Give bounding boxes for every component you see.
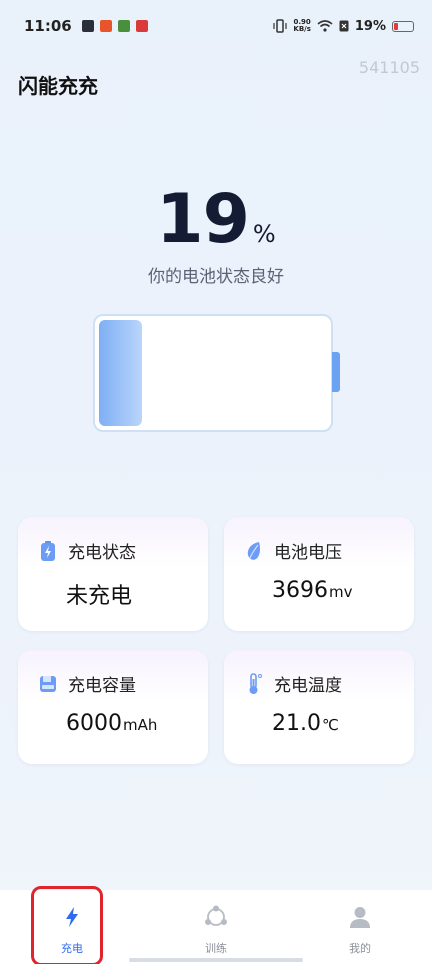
app-screen: 11:06 0.90 KB/s 19% 闪能充充 541105 19 % 你的电… <box>0 0 432 964</box>
charge-temperature-card: 充电温度 21.0℃ <box>224 650 414 764</box>
droplet-leaf-icon <box>247 541 260 560</box>
bottom-tab-bar: 充电 训练 我的 <box>0 890 432 964</box>
charge-status-value-text: 未充电 <box>66 584 133 609</box>
status-time: 11:06 <box>24 17 72 35</box>
notification-app-icon <box>81 20 94 32</box>
tab-mine[interactable]: 我的 <box>288 890 432 964</box>
network-speed: 0.90 KB/s <box>293 19 310 33</box>
status-bar-left: 11:06 <box>24 17 148 35</box>
network-speed-unit: KB/s <box>293 25 311 33</box>
battery-percent-symbol: % <box>252 220 276 248</box>
charge-status-card: 充电状态 未充电 <box>18 517 208 631</box>
charge-temperature-value-text: 21.0 <box>272 711 321 736</box>
tab-charge-label: 充电 <box>61 942 83 955</box>
wifi-icon <box>317 20 333 32</box>
charge-capacity-value: 6000mAh <box>66 711 157 736</box>
lightning-icon <box>66 907 78 927</box>
battery-percent-display: 19% <box>0 180 432 259</box>
battery-voltage-card: 电池电压 3696mv <box>224 517 414 631</box>
status-bar: 11:06 0.90 KB/s 19% <box>0 0 432 52</box>
notification-app-icon <box>99 20 112 32</box>
person-icon <box>350 907 370 928</box>
status-battery-icon <box>392 20 414 32</box>
charge-temperature-unit: ℃ <box>321 716 339 734</box>
battery-voltage-unit: mv <box>329 583 353 601</box>
charge-capacity-card: 充电容量 6000mAh <box>18 650 208 764</box>
charge-capacity-label: 充电容量 <box>68 676 136 696</box>
charge-capacity-value-text: 6000 <box>66 711 122 736</box>
battery-voltage-value: 3696mv <box>272 578 353 603</box>
storage-icon <box>40 675 56 692</box>
card-header: 充电容量 <box>38 671 136 696</box>
battery-voltage-label: 电池电压 <box>274 543 342 563</box>
charge-capacity-unit: mAh <box>123 716 158 734</box>
battery-graphic <box>93 314 333 432</box>
battery-level-fill <box>99 320 142 426</box>
battery-percent-value: 19 <box>156 180 250 259</box>
thermometer-icon <box>249 672 262 694</box>
status-battery-percent: 19% <box>354 18 386 34</box>
battery-status-message: 你的电池状态良好 <box>148 267 284 287</box>
charge-temperature-label: 充电温度 <box>274 676 342 696</box>
home-indicator[interactable] <box>129 958 303 962</box>
battery-charging-icon <box>41 540 55 561</box>
corner-id-label: 541105 <box>358 58 420 77</box>
tab-training-label: 训练 <box>205 942 227 955</box>
share-circle-icon <box>205 905 227 926</box>
tab-mine-label: 我的 <box>349 942 371 955</box>
tab-charge[interactable]: 充电 <box>0 890 144 964</box>
status-bar-right: 0.90 KB/s 19% <box>273 19 414 34</box>
sim-off-icon <box>339 20 349 32</box>
notification-app-icon <box>135 20 148 32</box>
notification-app-icon <box>117 20 130 32</box>
vibrate-icon <box>273 19 287 33</box>
battery-terminal <box>332 352 340 392</box>
card-header: 充电温度 <box>244 671 342 696</box>
charge-status-label: 充电状态 <box>68 543 136 563</box>
battery-voltage-value-text: 3696 <box>272 578 328 603</box>
card-header: 电池电压 <box>244 538 342 563</box>
card-header: 充电状态 <box>38 538 136 563</box>
tab-training[interactable]: 训练 <box>144 890 288 964</box>
charge-temperature-value: 21.0℃ <box>272 711 339 736</box>
charge-status-value: 未充电 <box>66 578 133 610</box>
page-title: 闪能充充 <box>18 74 98 98</box>
